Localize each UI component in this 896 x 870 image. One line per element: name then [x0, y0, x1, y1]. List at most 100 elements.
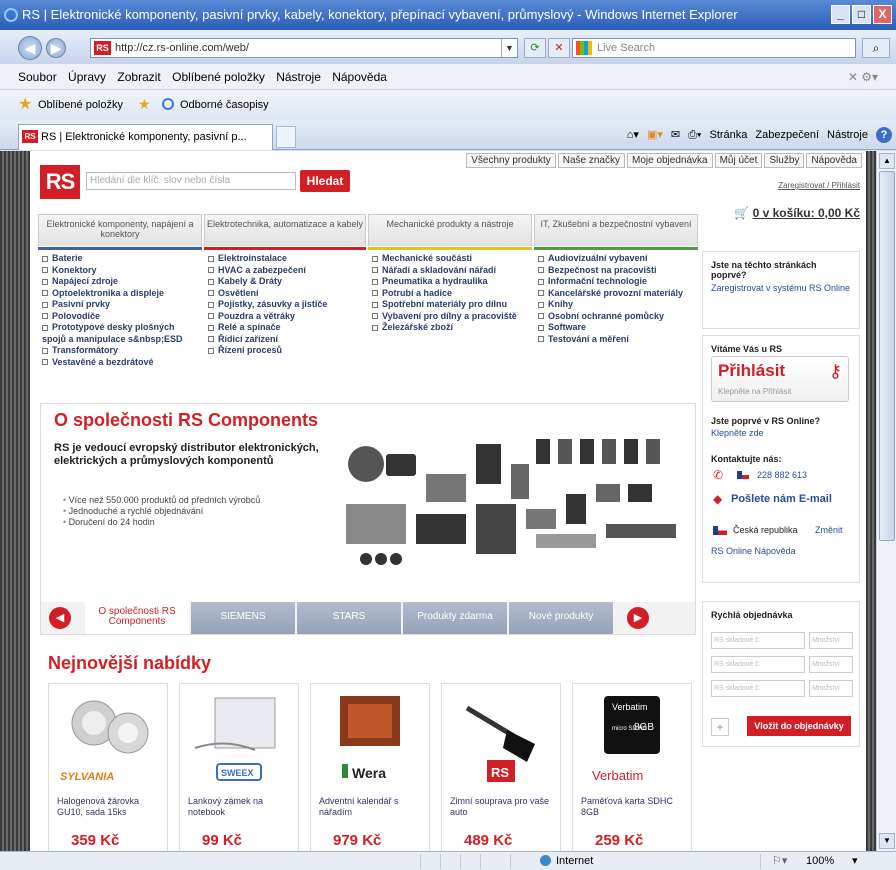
category-link[interactable]: Optoelektronika a displeje — [42, 288, 200, 300]
category-link[interactable]: Relé a spínače — [208, 322, 364, 334]
category-link[interactable]: Informační technologie — [538, 276, 696, 288]
page-menu[interactable]: Stránka — [710, 124, 748, 146]
category-tab-electrical[interactable]: Elektrotechnika, automatizace a kabely — [204, 214, 366, 246]
toolbar-options-icon[interactable]: ✕ ⚙▾ — [848, 64, 878, 90]
live-search-input[interactable]: Live Search — [572, 38, 856, 58]
product-name[interactable]: Zimní souprava pro vaše auto — [450, 796, 554, 818]
menu-zobrazit[interactable]: Zobrazit — [117, 70, 160, 84]
product-name[interactable]: Paměťová karta SDHC 8GB — [581, 796, 685, 818]
print-icon[interactable]: ⎙▾ — [688, 124, 701, 146]
feeds-icon[interactable]: ▣▾ — [647, 124, 663, 146]
favorites-star-icon[interactable]: ★ — [18, 97, 32, 113]
product-name[interactable]: Halogenová žárovka GU10, sada 15ks — [57, 796, 161, 818]
favorites-label[interactable]: Oblíbené položky — [38, 90, 123, 120]
category-tab-mechanical[interactable]: Mechanické produkty a nástroje — [368, 214, 532, 246]
zoom-dropdown-icon[interactable]: ▾ — [852, 852, 858, 870]
hero-prev-icon[interactable]: ◀ — [49, 607, 71, 629]
hero-tab-free[interactable]: Produkty zdarma — [403, 602, 507, 634]
vertical-scrollbar[interactable]: ▲ ▼ — [876, 151, 896, 851]
category-link[interactable]: Knihy — [538, 299, 696, 311]
link-napoveda[interactable]: Nápověda — [806, 153, 862, 168]
product-card[interactable]: SYLVANIA Halogenová žárovka GU10, sada 1… — [48, 683, 168, 851]
close-button[interactable]: X — [873, 5, 892, 24]
quick-stock-input[interactable]: RS skladové č. — [711, 632, 805, 649]
stop-button[interactable]: ✕ — [548, 38, 570, 58]
favorites-link-casopisy[interactable]: Odborné časopisy — [180, 90, 269, 120]
search-button[interactable]: Hledat — [300, 170, 350, 192]
maximize-button[interactable]: □ — [852, 5, 871, 24]
hero-tab-about[interactable]: O společnosti RS Components — [85, 602, 189, 634]
phone-number[interactable]: 228 882 613 — [757, 470, 807, 480]
category-link[interactable]: Polovodiče — [42, 311, 200, 323]
link-vsechny-produkty[interactable]: Všechny produkty — [466, 153, 556, 168]
minimize-button[interactable]: _ — [831, 5, 850, 24]
category-link[interactable]: Osobní ochranné pomůcky — [538, 311, 696, 323]
category-link[interactable]: Vybavení pro dílny a pracoviště — [372, 311, 530, 323]
add-row-icon[interactable]: + — [711, 718, 729, 736]
category-link[interactable]: Železářské zboží — [372, 322, 530, 334]
link-moje-objednavka[interactable]: Moje objednávka — [626, 153, 713, 168]
category-tab-electronic[interactable]: Elektronické komponenty, napájení a kone… — [38, 214, 202, 246]
tools-menu[interactable]: Nástroje — [827, 124, 868, 146]
add-favorite-icon[interactable]: ★ — [138, 97, 151, 111]
category-link[interactable]: Transformátory — [42, 345, 200, 357]
product-card[interactable]: Verbatim micro SD HC 8GB Verbatim Paměťo… — [572, 683, 692, 851]
menu-nastroje[interactable]: Nástroje — [276, 70, 321, 84]
scroll-down-icon[interactable]: ▼ — [879, 833, 895, 849]
menu-oblibene[interactable]: Oblíbené položky — [172, 70, 265, 84]
category-link[interactable]: Napájecí zdroje — [42, 276, 200, 288]
product-card[interactable]: RS Zimní souprava pro vaše auto 489 Kč — [441, 683, 561, 851]
quick-qty-input[interactable]: Množství — [809, 632, 853, 649]
product-name[interactable]: Lankový zámek na notebook — [188, 796, 292, 818]
address-bar[interactable]: RS http://cz.rs-online.com/web/ ▼ — [90, 38, 518, 58]
category-link[interactable]: Nářadí a skladování nářadí — [372, 265, 530, 277]
product-card[interactable]: SWEEX Lankový zámek na notebook 99 Kč — [179, 683, 299, 851]
category-link[interactable]: HVAC a zabezpečení — [208, 265, 364, 277]
link-nase-znacky[interactable]: Naše značky — [557, 153, 625, 168]
click-here-link[interactable]: Klepněte zde — [711, 428, 764, 438]
category-link[interactable]: Mechanické součásti — [372, 253, 530, 265]
browser-tab[interactable]: RS RS | Elektronické komponenty, pasivní… — [18, 124, 273, 150]
category-link[interactable]: Konektory — [42, 265, 200, 277]
category-link[interactable]: Pasivní prvky — [42, 299, 200, 311]
site-search-input[interactable]: Hledání dle klíč. slov nebo čísla — [86, 172, 296, 190]
category-link[interactable]: Testování a měření — [538, 334, 696, 346]
link-muj-ucet[interactable]: Můj účet — [714, 153, 763, 168]
menu-upravy[interactable]: Úpravy — [68, 70, 106, 84]
change-country-link[interactable]: Změnit — [815, 525, 843, 535]
category-link[interactable]: Pojistky, zásuvky a jističe — [208, 299, 364, 311]
menu-soubor[interactable]: Soubor — [18, 70, 57, 84]
category-link[interactable]: Pouzdra a větráky — [208, 311, 364, 323]
scroll-thumb[interactable] — [879, 171, 895, 541]
cart-summary[interactable]: 🛒 0 v košíku: 0,00 Kč — [734, 206, 860, 220]
link-sluzby[interactable]: Služby — [764, 153, 805, 168]
product-card[interactable]: Wera Adventní kalendář s nářadím 979 Kč — [310, 683, 430, 851]
category-link[interactable]: Baterie — [42, 253, 200, 265]
category-link[interactable]: Řízení procesů — [208, 345, 364, 357]
category-link[interactable]: Spotřební materiály pro dílnu — [372, 299, 530, 311]
category-link[interactable]: Software — [538, 322, 696, 334]
category-link[interactable]: Bezpečnost na pracovišti — [538, 265, 696, 277]
quick-stock-input[interactable]: RS skladové č. — [711, 680, 805, 697]
address-dropdown-icon[interactable]: ▼ — [501, 39, 517, 57]
login-button[interactable]: Přihlásit ⚷ Klepněte na Přihlásit — [711, 356, 849, 402]
search-go-icon[interactable]: ⌕ — [862, 38, 890, 58]
category-link[interactable]: Kabely & Dráty — [208, 276, 364, 288]
category-link[interactable]: Kancelářské provozní materiály — [538, 288, 696, 300]
hero-tab-stars[interactable]: STARS — [297, 602, 401, 634]
register-login-link[interactable]: Zaregistrovat / Přihlásit — [778, 181, 860, 190]
refresh-button[interactable]: ⟳ — [524, 38, 546, 58]
quick-qty-input[interactable]: Množství — [809, 656, 853, 673]
mail-icon[interactable]: ✉ — [671, 124, 680, 146]
security-menu[interactable]: Zabezpečení — [755, 124, 819, 146]
category-link[interactable]: Prototypové desky plošných spojů a manip… — [42, 322, 200, 345]
category-link[interactable]: Vestavěné a bezdrátové — [42, 357, 200, 369]
back-button[interactable]: ◀ — [18, 36, 42, 60]
product-name[interactable]: Adventní kalendář s nářadím — [319, 796, 423, 818]
forward-button[interactable]: ▶ — [46, 38, 66, 58]
category-link[interactable]: Audiovizuální vybavení — [538, 253, 696, 265]
category-tab-it[interactable]: IT, Zkušební a bezpečnostní vybavení — [534, 214, 698, 246]
category-link[interactable]: Pneumatika a hydraulika — [372, 276, 530, 288]
category-link[interactable]: Elektroinstalace — [208, 253, 364, 265]
email-link[interactable]: Pošlete nám E-mail — [731, 493, 832, 505]
